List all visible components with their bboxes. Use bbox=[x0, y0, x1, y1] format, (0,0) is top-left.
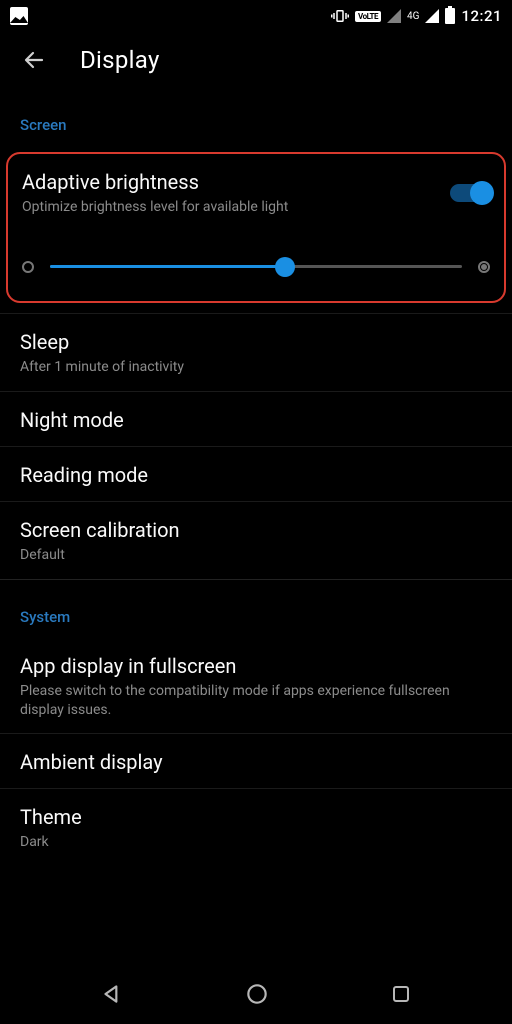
sleep-row[interactable]: Sleep After 1 minute of inactivity bbox=[0, 314, 512, 392]
signal-icon-2 bbox=[425, 9, 439, 23]
theme-subtitle: Dark bbox=[20, 833, 492, 852]
signal-icon-1 bbox=[387, 9, 401, 23]
ambient-display-row[interactable]: Ambient display bbox=[0, 734, 512, 789]
theme-title: Theme bbox=[20, 805, 492, 829]
app-fullscreen-title: App display in fullscreen bbox=[20, 654, 492, 678]
section-screen: Screen bbox=[0, 88, 512, 146]
sleep-title: Sleep bbox=[20, 330, 492, 354]
app-fullscreen-subtitle: Please switch to the compatibility mode … bbox=[20, 682, 492, 720]
sleep-subtitle: After 1 minute of inactivity bbox=[20, 358, 492, 377]
brightness-high-icon bbox=[478, 261, 490, 273]
network-type: 4G bbox=[407, 11, 419, 22]
battery-icon bbox=[445, 8, 455, 24]
theme-row[interactable]: Theme Dark bbox=[0, 789, 512, 866]
navigation-bar bbox=[0, 968, 512, 1024]
slider-fill bbox=[50, 265, 285, 268]
toggle-knob bbox=[470, 181, 494, 205]
screen-calibration-title: Screen calibration bbox=[20, 518, 492, 542]
vibrate-icon bbox=[331, 8, 349, 24]
adaptive-brightness-row[interactable]: Adaptive brightness Optimize brightness … bbox=[22, 170, 490, 217]
gallery-notification-icon bbox=[10, 7, 28, 25]
reading-mode-title: Reading mode bbox=[20, 463, 492, 487]
volte-badge: VoLTE bbox=[355, 11, 381, 22]
nav-recents-button[interactable] bbox=[389, 982, 413, 1010]
page-title: Display bbox=[80, 46, 160, 74]
clock: 12:21 bbox=[461, 7, 502, 25]
screen-calibration-row[interactable]: Screen calibration Default bbox=[0, 502, 512, 579]
ambient-display-title: Ambient display bbox=[20, 750, 492, 774]
reading-mode-row[interactable]: Reading mode bbox=[0, 447, 512, 502]
section-system: System bbox=[0, 580, 512, 638]
app-bar: Display bbox=[0, 32, 512, 88]
slider-thumb[interactable] bbox=[275, 257, 295, 277]
screen-calibration-subtitle: Default bbox=[20, 546, 492, 565]
settings-list: Screen Adaptive brightness Optimize brig… bbox=[0, 88, 512, 866]
nav-home-button[interactable] bbox=[244, 981, 270, 1011]
adaptive-brightness-subtitle: Optimize brightness level for available … bbox=[22, 198, 288, 217]
night-mode-row[interactable]: Night mode bbox=[0, 392, 512, 447]
night-mode-title: Night mode bbox=[20, 408, 492, 432]
app-fullscreen-row[interactable]: App display in fullscreen Please switch … bbox=[0, 638, 512, 735]
adaptive-brightness-title: Adaptive brightness bbox=[22, 170, 288, 194]
slider-track[interactable] bbox=[50, 265, 462, 268]
brightness-low-icon bbox=[22, 261, 34, 273]
brightness-slider[interactable] bbox=[22, 261, 490, 273]
adaptive-brightness-highlight: Adaptive brightness Optimize brightness … bbox=[6, 152, 506, 303]
nav-back-button[interactable] bbox=[99, 981, 125, 1011]
adaptive-brightness-toggle[interactable] bbox=[450, 184, 490, 202]
back-button[interactable] bbox=[20, 48, 48, 72]
status-bar: VoLTE 4G 12:21 bbox=[0, 0, 512, 32]
